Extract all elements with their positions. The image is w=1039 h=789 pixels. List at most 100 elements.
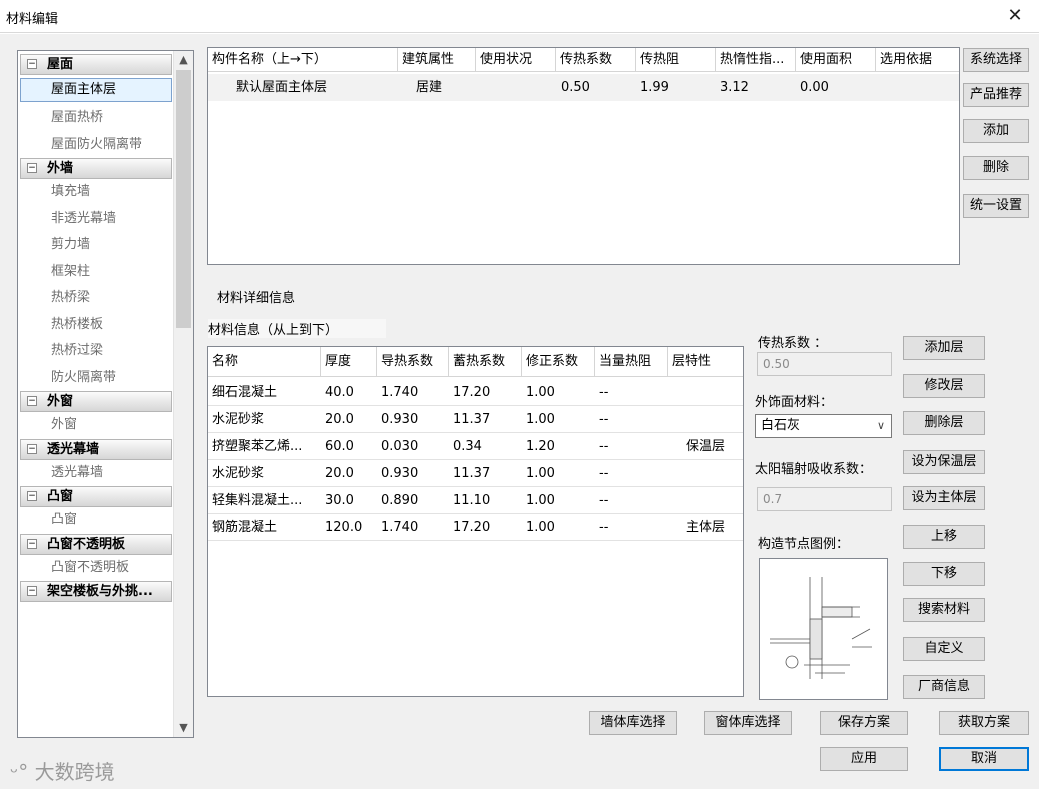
scroll-thumb[interactable]: [176, 70, 191, 328]
collapse-icon[interactable]: −: [27, 538, 37, 549]
table-row[interactable]: 默认屋面主体层 居建 0.50 1.99 3.12 0.00: [208, 74, 959, 101]
custom-button[interactable]: 自定义: [903, 637, 985, 661]
tree-item[interactable]: 凸窗: [20, 507, 172, 534]
column-header[interactable]: 当量热阻: [595, 347, 668, 377]
tree-item[interactable]: 防火隔离带: [20, 365, 172, 392]
column-header[interactable]: 导热系数: [377, 347, 449, 377]
table-cell: 1.740: [381, 385, 419, 400]
u-value-field: 0.50: [757, 352, 892, 376]
collapse-icon[interactable]: −: [27, 491, 37, 501]
tree-group[interactable]: − 凸窗不透明板: [20, 533, 172, 555]
apply-button[interactable]: 应用: [820, 747, 908, 771]
material-table[interactable]: 名称 厚度 导热系数 蓄热系数 修正系数 当量热阻 层特性 细石混凝土 40.0 1.740 17…: [207, 346, 744, 697]
tree-item[interactable]: 外窗: [20, 412, 172, 439]
scroll-up-icon[interactable]: ▲: [174, 51, 193, 69]
manufacturer-info-button[interactable]: 厂商信息: [903, 675, 985, 699]
table-cell: 默认屋面主体层: [236, 80, 328, 95]
tree-item[interactable]: 热桥梁: [20, 285, 172, 312]
tree-group[interactable]: − 凸窗: [20, 486, 172, 507]
get-scheme-button[interactable]: 获取方案: [939, 711, 1029, 735]
table-cell: 0.00: [800, 80, 829, 95]
column-header[interactable]: 使用面积: [796, 48, 876, 72]
window-library-button[interactable]: 窗体库选择: [704, 711, 792, 735]
column-header[interactable]: 构件名称（上→下）: [208, 48, 398, 72]
tree-content: − 屋面 屋面主体层 屋面热桥 屋面防火隔离带 − 外墙 填充墙 非透光幕墙 剪力墙 框架柱 热桥梁热…: [20, 54, 172, 602]
set-main-layer-button[interactable]: 设为主体层: [903, 486, 985, 510]
table-row[interactable]: 细石混凝土 40.0 1.740 17.20 1.00 --: [208, 379, 743, 406]
column-header[interactable]: 蓄热系数: [449, 347, 522, 377]
add-layer-button[interactable]: 添加层: [903, 336, 985, 360]
scroll-down-icon[interactable]: ▼: [174, 719, 193, 737]
table-cell: [668, 379, 743, 406]
column-header[interactable]: 使用状况: [476, 48, 556, 72]
tree-item[interactable]: 非透光幕墙: [20, 206, 172, 233]
tree-group[interactable]: − 外墙: [20, 158, 172, 179]
tree-item[interactable]: 凸窗不透明板: [20, 555, 172, 582]
tree-group[interactable]: − 屋面: [20, 54, 172, 75]
tree-item[interactable]: 屋面防火隔离带: [20, 132, 172, 159]
tree-group[interactable]: − 透光幕墙: [20, 438, 172, 460]
tree-scrollbar[interactable]: ▲ ▼: [173, 51, 193, 737]
column-header[interactable]: 建筑属性: [398, 48, 476, 72]
collapse-icon[interactable]: −: [27, 59, 37, 69]
collapse-icon[interactable]: −: [27, 443, 37, 454]
column-header[interactable]: 热惰性指...: [716, 48, 796, 72]
product-recommend-button[interactable]: 产品推荐: [963, 83, 1029, 107]
column-header[interactable]: 传热阻: [636, 48, 716, 72]
table-cell: 30.0: [325, 493, 354, 508]
column-header[interactable]: 选用依据: [876, 48, 959, 72]
move-up-button[interactable]: 上移: [903, 525, 985, 549]
table-cell: 0.50: [561, 80, 590, 95]
move-down-button[interactable]: 下移: [903, 562, 985, 586]
table-cell: --: [599, 385, 609, 400]
tree-item[interactable]: 透光幕墙: [20, 460, 172, 487]
tree-item[interactable]: 屋面主体层: [20, 78, 172, 102]
set-insulation-layer-button[interactable]: 设为保温层: [903, 450, 985, 474]
node-detail-image: [770, 577, 872, 679]
collapse-icon[interactable]: −: [27, 396, 37, 406]
table-cell: 17.20: [453, 520, 491, 535]
tree-item[interactable]: 热桥楼板: [20, 312, 172, 339]
tree-group[interactable]: − 架空楼板与外挑...: [20, 581, 172, 602]
add-button[interactable]: 添加: [963, 119, 1029, 143]
column-header[interactable]: 厚度: [321, 347, 377, 377]
tree-group-label: 屋面: [47, 57, 74, 72]
close-icon[interactable]: ✕: [1001, 3, 1029, 29]
system-select-button[interactable]: 系统选择: [963, 48, 1029, 72]
table-cell: 1.740: [381, 520, 419, 535]
table-cell: 水泥砂浆: [212, 466, 265, 481]
unified-settings-button[interactable]: 统一设置: [963, 194, 1029, 218]
tree-group-label: 凸窗不透明板: [47, 536, 126, 552]
column-header[interactable]: 层特性: [668, 347, 743, 377]
tree-item[interactable]: 剪力墙: [20, 232, 172, 259]
collapse-icon[interactable]: −: [27, 163, 37, 173]
modify-layer-button[interactable]: 修改层: [903, 374, 985, 398]
cancel-button[interactable]: 取消: [939, 747, 1029, 771]
search-material-button[interactable]: 搜索材料: [903, 598, 985, 622]
table-row[interactable]: 水泥砂浆 20.0 0.930 11.37 1.00 --: [208, 460, 743, 487]
tree-item[interactable]: 屋面热桥: [20, 105, 172, 132]
tree-item[interactable]: 填充墙: [20, 179, 172, 206]
table-cell: 钢筋混凝土: [212, 520, 278, 535]
table-cell: 17.20: [453, 385, 491, 400]
tree-group[interactable]: − 外窗: [20, 391, 172, 412]
column-header[interactable]: 名称: [208, 347, 321, 377]
component-table[interactable]: 构件名称（上→下） 建筑属性 使用状况 传热系数 传热阻 热惰性指... 使用面积 选用依据 …: [207, 47, 960, 265]
collapse-icon[interactable]: −: [27, 586, 37, 596]
save-scheme-button[interactable]: 保存方案: [820, 711, 908, 735]
tree-item[interactable]: 热桥过梁: [20, 338, 172, 365]
column-header[interactable]: 修正系数: [522, 347, 595, 377]
delete-layer-button[interactable]: 删除层: [903, 411, 985, 435]
table-row[interactable]: 挤塑聚苯乙烯... 60.0 0.030 0.34 1.20 -- 保温层: [208, 433, 743, 460]
column-header[interactable]: 传热系数: [556, 48, 636, 72]
delete-button[interactable]: 删除: [963, 156, 1029, 180]
table-cell: 20.0: [325, 412, 354, 427]
table-row[interactable]: 钢筋混凝土 120.0 1.740 17.20 1.00 -- 主体层: [208, 514, 743, 541]
finish-material-select[interactable]: 白石灰 ∨: [755, 414, 892, 438]
tree-item[interactable]: 框架柱: [20, 259, 172, 286]
table-row[interactable]: 轻集料混凝土... 30.0 0.890 11.10 1.00 --: [208, 487, 743, 514]
category-tree[interactable]: − 屋面 屋面主体层 屋面热桥 屋面防火隔离带 − 外墙 填充墙 非透光幕墙 剪力墙 框架柱 热桥梁热…: [17, 50, 194, 738]
wall-library-button[interactable]: 墙体库选择: [589, 711, 677, 735]
table-row[interactable]: 水泥砂浆 20.0 0.930 11.37 1.00 --: [208, 406, 743, 433]
table-cell: 主体层: [686, 520, 726, 535]
